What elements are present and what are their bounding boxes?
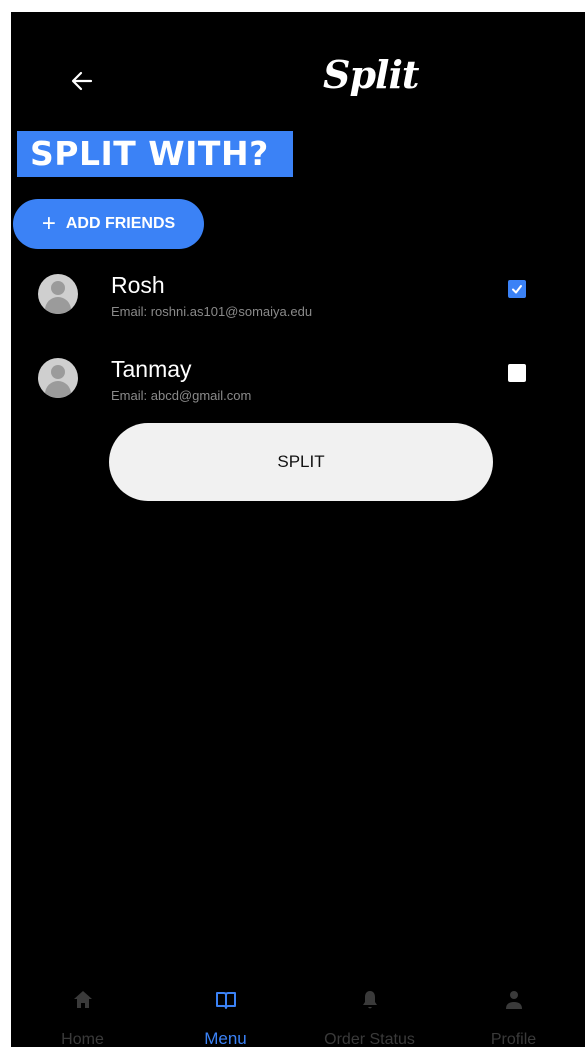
friend-select-checkbox[interactable]	[508, 364, 526, 382]
person-icon	[505, 991, 522, 1009]
friend-email: Email: abcd@gmail.com	[111, 388, 252, 403]
plus-icon: +	[41, 210, 56, 237]
nav-item-menu[interactable]: Menu	[154, 970, 297, 1047]
nav-label-profile: Profile	[490, 1031, 537, 1047]
nav-item-home[interactable]: Home	[11, 970, 154, 1047]
app-logo: Split	[323, 52, 419, 97]
bottom-navigation: Home Menu Order Status Profile	[11, 970, 585, 1047]
home-icon	[73, 991, 92, 1008]
avatar-icon	[38, 358, 78, 398]
nav-label-menu: Menu	[204, 1029, 247, 1047]
add-friends-label: ADD FRIENDS	[65, 215, 176, 232]
nav-item-order-status[interactable]: Order Status	[298, 970, 441, 1047]
avatar-icon	[38, 274, 78, 314]
app-screen: Split SPLIT WITH? + ADD FRIENDS Rosh Ema…	[11, 12, 585, 1047]
bell-icon	[362, 991, 377, 1009]
back-button[interactable]	[69, 68, 95, 94]
split-button[interactable]: SPLIT	[109, 423, 493, 501]
friend-list-item[interactable]: Rosh Email: roshni.as101@somaiya.edu	[11, 266, 585, 326]
add-friends-button[interactable]: + ADD FRIENDS	[13, 199, 204, 249]
checkmark-icon	[512, 285, 522, 294]
arrow-left-icon	[71, 71, 93, 91]
nav-label-home: Home	[61, 1031, 104, 1047]
friend-select-checkbox[interactable]	[508, 280, 526, 298]
nav-label-order-status: Order Status	[324, 1031, 415, 1047]
page-title: SPLIT WITH?	[17, 131, 293, 177]
friend-name: Tanmay	[111, 356, 192, 382]
friend-list-item[interactable]: Tanmay Email: abcd@gmail.com	[11, 350, 585, 410]
book-icon	[215, 992, 236, 1009]
friend-email: Email: roshni.as101@somaiya.edu	[111, 304, 313, 319]
nav-item-profile[interactable]: Profile	[442, 970, 585, 1047]
friend-name: Rosh	[111, 272, 165, 298]
